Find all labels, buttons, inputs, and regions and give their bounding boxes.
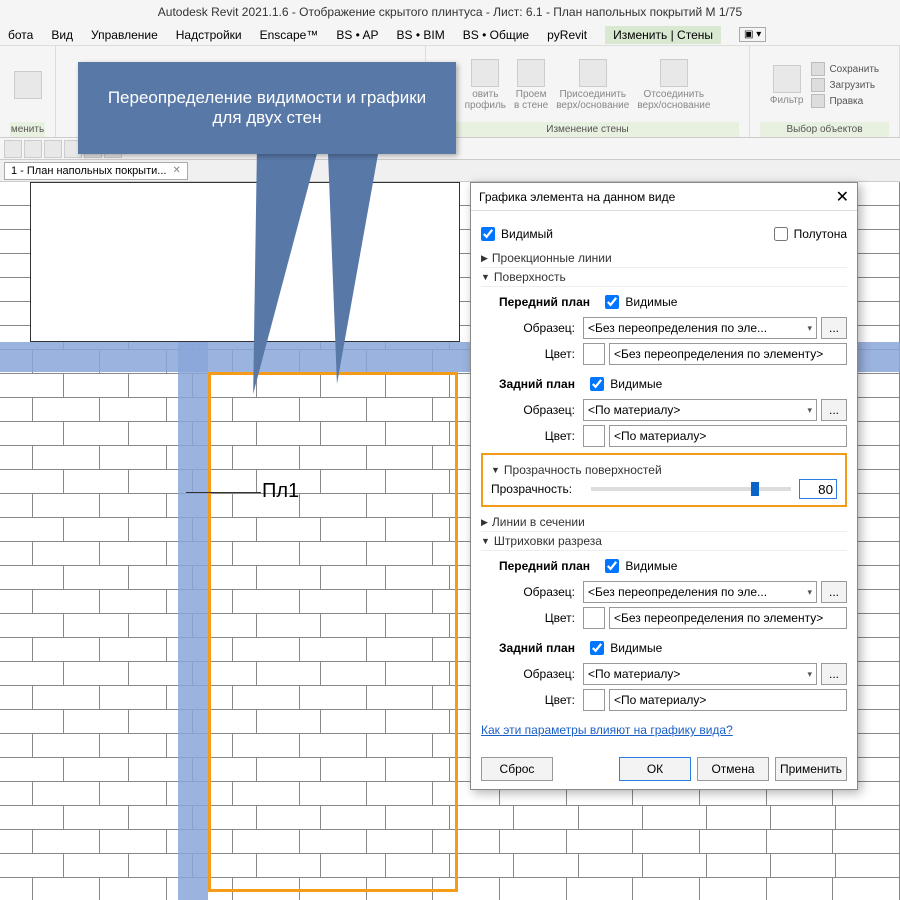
fg-color-swatch[interactable]: [583, 343, 605, 365]
browse-button[interactable]: ...: [821, 399, 847, 421]
transparency-label: Прозрачность:: [491, 482, 583, 496]
sample-label: Образец:: [499, 321, 583, 335]
browse-button[interactable]: ...: [821, 581, 847, 603]
ribbon-wall-opening[interactable]: Проем в стене: [514, 59, 548, 111]
qa-tool[interactable]: [24, 140, 42, 158]
qa-tool[interactable]: [4, 140, 22, 158]
fg-visible-checkbox[interactable]: Видимые: [605, 295, 677, 309]
cancel-button[interactable]: Отмена: [697, 757, 769, 781]
ribbon-group-label: Выбор объектов: [760, 122, 889, 137]
surface-expander[interactable]: ▼Поверхность: [481, 268, 847, 287]
cut-bg-visible-checkbox[interactable]: Видимые: [590, 641, 662, 655]
cut-bg-color-text[interactable]: <По материалу>: [609, 689, 847, 711]
ribbon-restore-profile[interactable]: овить профиль: [465, 59, 506, 111]
visible-checkbox[interactable]: Видимый: [481, 227, 553, 241]
foreground-label: Передний план: [499, 295, 590, 309]
cut-fg-color-text[interactable]: <Без переопределения по элементу>: [609, 607, 847, 629]
ribbon-save-selection[interactable]: Сохранить: [811, 62, 879, 76]
cut-hatch-expander[interactable]: ▼Штриховки разреза: [481, 532, 847, 551]
menu-item[interactable]: бота: [8, 28, 33, 42]
fg-pattern-combo[interactable]: <Без переопределения по эле...▾: [583, 317, 817, 339]
menu-item[interactable]: Вид: [51, 28, 73, 42]
browse-button[interactable]: ...: [821, 663, 847, 685]
annotation-callout: Переопределение видимости и графики для …: [78, 62, 456, 154]
selected-wall-vertical[interactable]: [178, 342, 208, 900]
menu-item[interactable]: Enscape™: [260, 28, 319, 42]
menu-tab-active[interactable]: Изменить | Стены: [605, 26, 721, 44]
cut-fg-visible-checkbox[interactable]: Видимые: [605, 559, 677, 573]
menu-item[interactable]: pyRevit: [547, 28, 587, 42]
projection-lines-expander[interactable]: ▶Проекционные линии: [481, 249, 847, 268]
menu-item[interactable]: BS • BIM: [397, 28, 445, 42]
room-boundary: [208, 372, 458, 892]
bg-color-text[interactable]: <По материалу>: [609, 425, 847, 447]
room-tag[interactable]: Пл1: [262, 480, 299, 503]
dialog-title: Графика элемента на данном виде: [479, 190, 675, 204]
ok-button[interactable]: ОК: [619, 757, 691, 781]
transparency-slider[interactable]: [591, 487, 791, 491]
menu-item[interactable]: Управление: [91, 28, 158, 42]
menu-item[interactable]: BS • Общие: [463, 28, 529, 42]
ribbon-attach[interactable]: Присоединить верх/основание: [556, 59, 629, 111]
menu-item[interactable]: BS • AP: [336, 28, 378, 42]
transparency-section-highlighted: ▼Прозрачность поверхностей Прозрачность:: [481, 453, 847, 507]
element-graphics-dialog: Графика элемента на данном виде ✕ Видимы…: [470, 182, 858, 790]
help-link[interactable]: Как эти параметры влияют на графику вида…: [481, 723, 733, 737]
modify-icon[interactable]: [14, 71, 42, 99]
bg-color-swatch[interactable]: [583, 425, 605, 447]
ribbon-filter[interactable]: Фильтр: [770, 65, 804, 106]
cut-lines-expander[interactable]: ▶Линии в сечении: [481, 513, 847, 532]
bg-visible-checkbox[interactable]: Видимые: [590, 377, 662, 391]
menu-item[interactable]: Надстройки: [176, 28, 242, 42]
close-icon[interactable]: ✕: [836, 187, 849, 207]
close-tab-icon[interactable]: ✕: [172, 165, 180, 176]
ribbon-load-selection[interactable]: Загрузить: [811, 78, 879, 92]
view-tab[interactable]: 1 - План напольных покрыти...✕: [4, 162, 188, 180]
ribbon-detach[interactable]: Отсоединить верх/основание: [637, 59, 710, 111]
window-title: Autodesk Revit 2021.1.6 - Отображение ск…: [0, 0, 900, 24]
color-label: Цвет:: [499, 347, 583, 361]
fg-color-text[interactable]: <Без переопределения по элементу>: [609, 343, 847, 365]
cut-bg-color-swatch[interactable]: [583, 689, 605, 711]
halftone-checkbox[interactable]: Полутона: [774, 227, 847, 241]
menu-bar: бота Вид Управление Надстройки Enscape™ …: [0, 24, 900, 46]
background-label: Задний план: [499, 377, 575, 391]
bg-pattern-combo[interactable]: <По материалу>▾: [583, 399, 817, 421]
transparency-input[interactable]: [799, 479, 837, 499]
reset-button[interactable]: Сброс: [481, 757, 553, 781]
view-tabs: 1 - План напольных покрыти...✕: [0, 160, 900, 182]
qa-tool[interactable]: [44, 140, 62, 158]
ribbon-edit-selection[interactable]: Правка: [811, 94, 879, 108]
room-tag-leader: [186, 492, 261, 493]
browse-button[interactable]: ...: [821, 317, 847, 339]
apply-button[interactable]: Применить: [775, 757, 847, 781]
transparency-expander[interactable]: ▼Прозрачность поверхностей: [491, 461, 837, 479]
cut-fg-pattern-combo[interactable]: <Без переопределения по эле...▾: [583, 581, 817, 603]
ribbon-group-label: менить: [10, 122, 45, 137]
cut-fg-color-swatch[interactable]: [583, 607, 605, 629]
slider-thumb[interactable]: [751, 482, 759, 496]
ribbon-group-label: Изменение стены: [436, 122, 739, 137]
cut-bg-pattern-combo[interactable]: <По материалу>▾: [583, 663, 817, 685]
ribbon-dropdown-icon[interactable]: ▣ ▾: [739, 27, 766, 42]
